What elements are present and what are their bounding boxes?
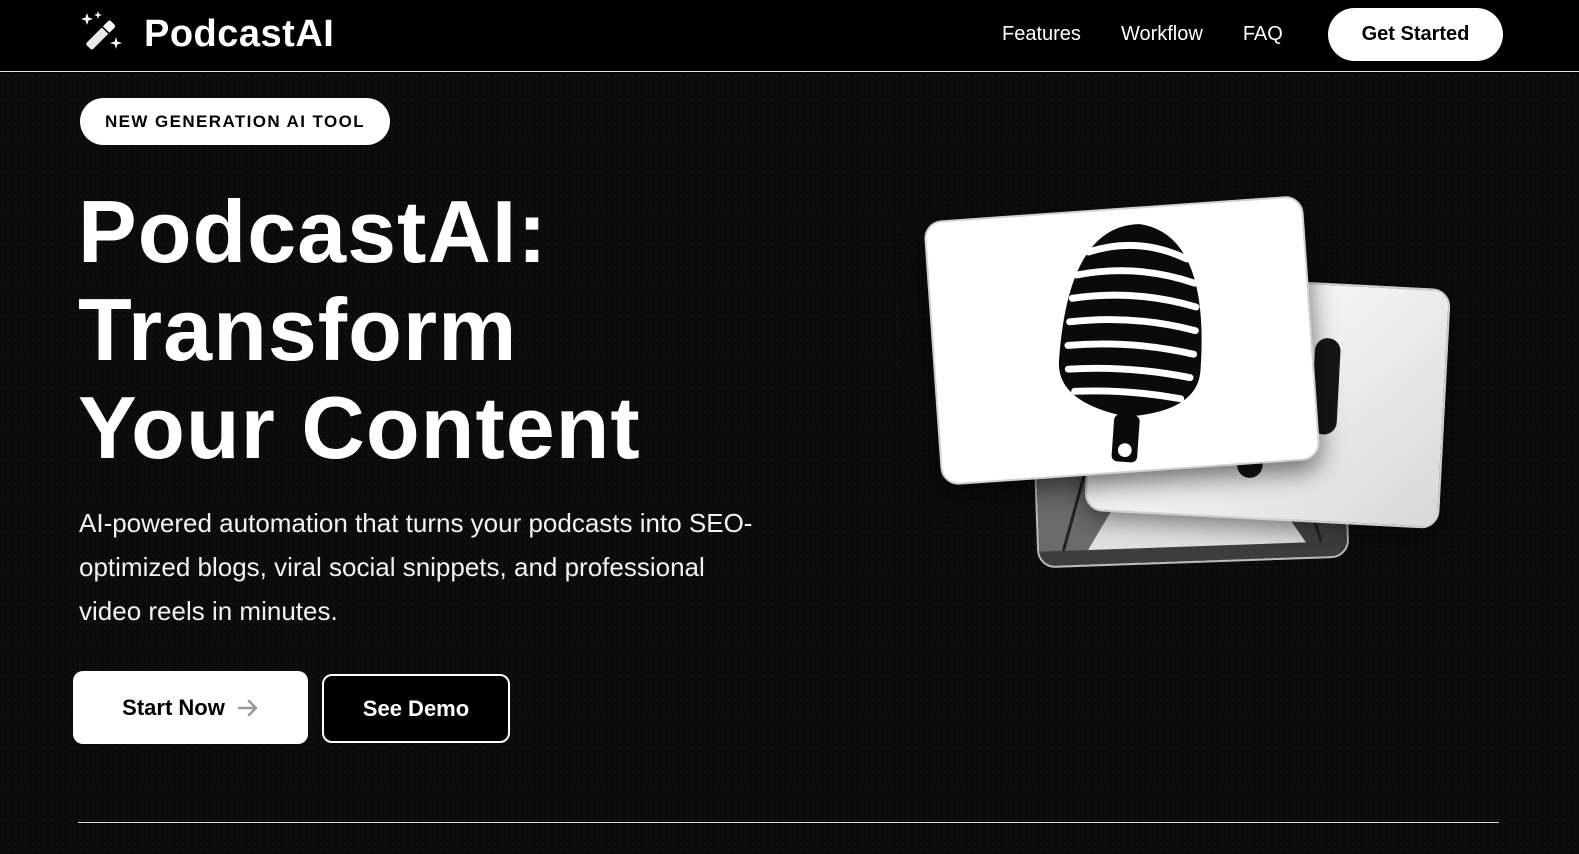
headline-line-2: Transform [78, 280, 518, 379]
hero-illustration [920, 195, 1460, 598]
start-now-button[interactable]: Start Now [73, 671, 308, 744]
get-started-button[interactable]: Get Started [1328, 8, 1503, 61]
navbar: PodcastAI Features Workflow FAQ Get Star… [0, 0, 1579, 72]
magic-wand-icon [81, 11, 122, 50]
hero-headline: PodcastAI: Transform Your Content [78, 183, 641, 477]
start-now-label: Start Now [122, 694, 225, 720]
hero-badge: NEW GENERATION AI TOOL [80, 98, 390, 145]
microphone-card [923, 195, 1321, 486]
microphone-icon [1058, 224, 1202, 463]
see-demo-button[interactable]: See Demo [322, 674, 510, 743]
arrow-right-icon [237, 699, 258, 716]
nav-link-features[interactable]: Features [1002, 22, 1081, 46]
nav-links: Features Workflow FAQ [1002, 22, 1283, 46]
headline-line-1: PodcastAI: [78, 182, 548, 281]
headline-line-3: Your Content [78, 378, 641, 477]
section-divider [78, 822, 1499, 823]
hero-subtext: AI-powered automation that turns your po… [79, 508, 753, 626]
nav-link-workflow[interactable]: Workflow [1121, 22, 1203, 46]
brand-name: PodcastAI [144, 13, 335, 55]
hero-section: NEW GENERATION AI TOOL PodcastAI: Transf… [0, 73, 1579, 854]
brand-logo[interactable]: PodcastAI [78, 10, 334, 58]
nav-link-faq[interactable]: FAQ [1243, 22, 1283, 46]
